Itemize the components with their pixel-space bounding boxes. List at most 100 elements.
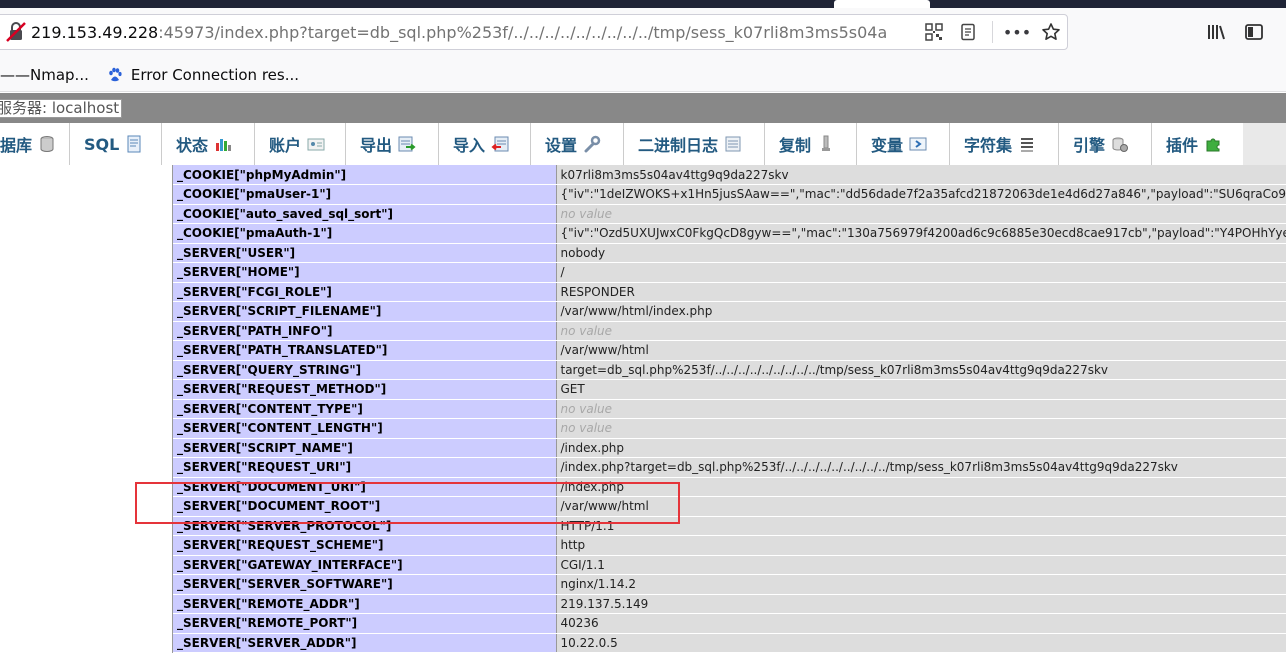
table-row: _SERVER["SCRIPT_FILENAME"]/var/www/html/… [173, 301, 1286, 322]
replication-icon [817, 135, 835, 153]
variable-value-cell: /var/www/html [556, 496, 1286, 517]
settings-wrench-icon [583, 135, 601, 153]
tab-label: 导入 [453, 136, 486, 155]
bookmark-star-icon[interactable] [1041, 22, 1061, 42]
variable-value-cell: /var/www/html [556, 340, 1286, 361]
variable-value-cell: {"iv":"Ozd5UXUJwxC0FkgQcD8gyw==","mac":"… [556, 223, 1286, 244]
variable-name-cell: _COOKIE["pmaUser-1"] [173, 184, 557, 205]
variable-value-cell: nginx/1.14.2 [556, 574, 1286, 595]
table-row: _SERVER["REMOTE_ADDR"] 219.137.5.149 [173, 594, 1286, 614]
tab-label: 状态 [176, 136, 209, 155]
table-row: _SERVER["CONTENT_TYPE"] no value [173, 399, 1286, 419]
variable-name-cell: _SERVER["SERVER_SOFTWARE"] [173, 574, 557, 595]
variable-value-cell: target=db_sql.php%253f/../../../../../..… [556, 360, 1286, 380]
tab-sql[interactable]: SQL [70, 123, 162, 165]
tab-status[interactable]: 状态 [162, 123, 255, 165]
binlog-icon [724, 135, 742, 153]
baidu-paw-icon [107, 67, 123, 83]
insecure-connection-icon[interactable] [3, 19, 29, 45]
variable-name-cell: _SERVER["DOCUMENT_URI"] [173, 477, 557, 497]
tab-binary-log[interactable]: 二进制日志 [624, 123, 765, 165]
toolbar-right [1206, 22, 1264, 42]
tab-label: 设置 [545, 136, 578, 155]
export-icon [398, 135, 416, 153]
sidebar-toggle-icon[interactable] [1244, 22, 1264, 42]
reader-view-icon[interactable] [958, 22, 978, 42]
variable-value-cell: no value [556, 418, 1286, 439]
charset-icon [1018, 135, 1036, 153]
tab-databases[interactable]: 据库 [0, 123, 70, 165]
variable-value-cell: 40236 [556, 613, 1286, 634]
variable-value-cell: /var/www/html/index.php [556, 301, 1286, 322]
variable-name-cell: _SERVER["SERVER_ADDR"] [173, 633, 557, 653]
tab-label: 复制 [779, 136, 812, 155]
table-row: _SERVER["FCGI_ROLE"] RESPONDER [173, 282, 1286, 302]
variable-name-cell: _SERVER["HOME"] [173, 262, 557, 283]
url-text[interactable]: 219.153.49.228:45973/index.php?target=db… [31, 23, 919, 42]
tab-export[interactable]: 导出 [346, 123, 439, 165]
bookmark-label: ——Nmap... [0, 65, 89, 84]
table-row: _COOKIE["pmaUser-1"] {"iv":"1deIZWOKS+x1H… [173, 184, 1286, 205]
plugins-icon [1204, 135, 1222, 153]
table-row: _SERVER["SERVER_SOFTWARE"] nginx/1.14.2 [173, 574, 1286, 595]
url-actions: ••• [918, 15, 1061, 49]
tab-engines[interactable]: 引擎 [1059, 123, 1152, 165]
tab-settings[interactable]: 设置 [531, 123, 624, 165]
table-row: _SERVER["REQUEST_METHOD"] GET [173, 379, 1286, 400]
table-row: _SERVER["GATEWAY_INTERFACE"] CGI/1.1 [173, 555, 1286, 575]
tab-label: SQL [84, 134, 120, 154]
sql-icon [125, 135, 143, 153]
accounts-icon [307, 135, 325, 153]
tab-charsets[interactable]: 字符集 [950, 123, 1059, 165]
variable-value-cell: no value [556, 204, 1286, 224]
bookmark-nmap[interactable]: ——Nmap... [0, 66, 89, 84]
variable-value-cell: 10.22.0.5 [556, 633, 1286, 653]
pma-main-menu: 据库 SQL 状态 账户 导出 导入 设置 二进制日志 复制 变量 字符集 引擎… [0, 123, 1286, 165]
variable-name-cell: _SERVER["USER"] [173, 243, 557, 263]
variable-value-cell: no value [556, 321, 1286, 341]
variable-value-cell: RESPONDER [556, 282, 1286, 302]
variables-icon [909, 135, 927, 153]
tab-label: 账户 [269, 136, 302, 155]
import-icon [491, 135, 509, 153]
bookmarks-toolbar: ——Nmap... Error Connection res... [0, 58, 1286, 92]
page-actions-menu-icon[interactable]: ••• [1003, 22, 1031, 42]
server-breadcrumb[interactable]: 服务器: localhost [0, 99, 123, 118]
variable-value-cell: nobody [556, 243, 1286, 263]
variable-name-cell: _SERVER["PATH_TRANSLATED"] [173, 340, 557, 361]
browser-navbar: 219.153.49.228:45973/index.php?target=db… [0, 8, 1286, 58]
tab-replication[interactable]: 复制 [765, 123, 857, 165]
variable-value-cell: no value [556, 399, 1286, 419]
tab-label: 字符集 [964, 136, 1013, 155]
variable-name-cell: _SERVER["REQUEST_SCHEME"] [173, 535, 557, 556]
table-row: _SERVER["REMOTE_PORT"] 40236 [173, 613, 1286, 634]
tab-label: 据库 [0, 136, 33, 155]
library-icon[interactable] [1206, 22, 1226, 42]
tab-variables[interactable]: 变量 [857, 123, 950, 165]
variable-value-cell: GET [556, 379, 1286, 400]
qr-code-icon[interactable] [924, 22, 944, 42]
variable-name-cell: _COOKIE["pmaAuth-1"] [173, 223, 557, 244]
variable-name-cell: _SERVER["SCRIPT_FILENAME"] [173, 301, 557, 322]
bookmark-error-connection[interactable]: Error Connection res... [107, 66, 299, 84]
table-row: _SERVER["SCRIPT_NAME"]/index.php [173, 438, 1286, 458]
active-tab[interactable] [834, 0, 930, 8]
variable-name-cell: _SERVER["REQUEST_METHOD"] [173, 379, 557, 400]
tab-import[interactable]: 导入 [439, 123, 531, 165]
table-row: _SERVER["HOME"] / [173, 262, 1286, 283]
variable-name-cell: _SERVER["CONTENT_LENGTH"] [173, 418, 557, 439]
url-actions-separator [992, 21, 993, 43]
tab-accounts[interactable]: 账户 [255, 123, 346, 165]
server-variables-table: _COOKIE["phpMyAdmin"] k07rli8m3ms5s04av4t… [172, 165, 1286, 653]
tab-plugins[interactable]: 插件 [1152, 123, 1243, 165]
table-row: _COOKIE["pmaAuth-1"] {"iv":"Ozd5UXUJwxC0F… [173, 223, 1286, 244]
variable-name-cell: _SERVER["FCGI_ROLE"] [173, 282, 557, 302]
url-bar[interactable]: 219.153.49.228:45973/index.php?target=db… [0, 14, 1068, 50]
url-path: :45973/index.php?target=db_sql.php%253f/… [158, 22, 888, 42]
variable-name-cell: _SERVER["QUERY_STRING"] [173, 360, 557, 380]
engines-icon [1111, 135, 1129, 153]
variable-name-cell: _SERVER["DOCUMENT_ROOT"] [173, 496, 557, 517]
table-row: _SERVER["DOCUMENT_ROOT"]/var/www/html [173, 496, 1286, 517]
variable-name-cell: _SERVER["SCRIPT_NAME"] [173, 438, 557, 458]
variable-value-cell: /index.php [556, 477, 1286, 497]
